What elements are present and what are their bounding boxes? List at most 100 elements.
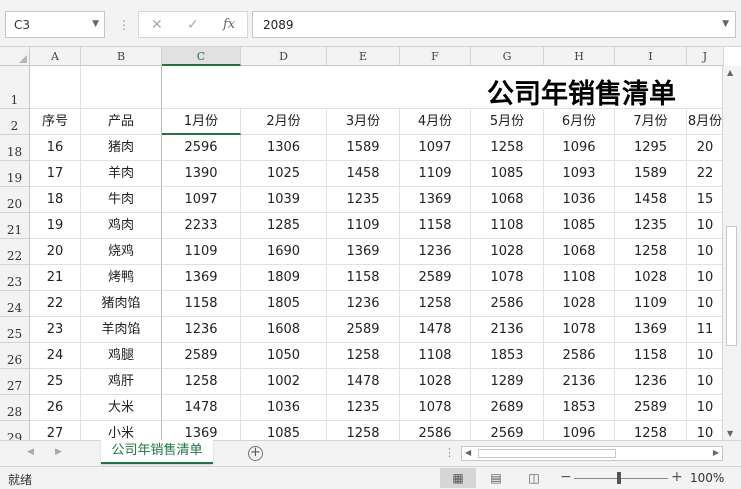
cell[interactable] <box>81 66 162 109</box>
vertical-scrollbar[interactable]: ▲ ▼ <box>722 66 741 440</box>
table-cell[interactable]: 2596 <box>162 135 241 161</box>
table-cell[interactable]: 10 <box>687 395 724 421</box>
table-cell[interactable]: 1589 <box>615 161 687 187</box>
column-header[interactable]: I <box>615 47 687 66</box>
table-cell[interactable]: 20 <box>687 135 724 161</box>
column-header[interactable]: D <box>241 47 327 66</box>
table-cell[interactable]: 1478 <box>400 317 471 343</box>
table-cell[interactable]: 1809 <box>241 265 327 291</box>
table-cell[interactable]: 1158 <box>327 265 400 291</box>
table-cell[interactable]: 1235 <box>327 395 400 421</box>
table-cell[interactable]: 1109 <box>400 161 471 187</box>
table-cell[interactable]: 1158 <box>400 213 471 239</box>
expand-formula-icon[interactable]: ▼ <box>722 19 729 29</box>
zoom-level[interactable]: 100% <box>690 471 724 485</box>
table-cell[interactable]: 1108 <box>400 343 471 369</box>
table-cell[interactable]: 1085 <box>241 421 327 440</box>
table-cell[interactable]: 1235 <box>327 187 400 213</box>
table-cell[interactable]: 25 <box>30 369 81 395</box>
table-cell[interactable]: 1478 <box>162 395 241 421</box>
table-cell[interactable]: 1690 <box>241 239 327 265</box>
table-cell[interactable]: 1097 <box>400 135 471 161</box>
table-cell[interactable]: 1109 <box>162 239 241 265</box>
chevron-down-icon[interactable]: ▼ <box>92 19 99 29</box>
table-cell[interactable]: 1039 <box>241 187 327 213</box>
row-header[interactable]: 28 <box>0 395 30 421</box>
table-cell[interactable]: 1369 <box>327 239 400 265</box>
row-header[interactable]: 2 <box>0 109 30 135</box>
column-header[interactable]: B <box>81 47 162 66</box>
row-header[interactable]: 21 <box>0 213 30 239</box>
table-cell[interactable]: 2586 <box>471 291 544 317</box>
table-cell[interactable]: 1096 <box>544 135 615 161</box>
table-cell[interactable]: 1258 <box>327 343 400 369</box>
table-cell[interactable]: 22 <box>687 161 724 187</box>
row-header[interactable]: 24 <box>0 291 30 317</box>
table-cell[interactable]: 27 <box>30 421 81 440</box>
vertical-scroll-thumb[interactable] <box>726 226 737 346</box>
table-cell[interactable]: 1478 <box>327 369 400 395</box>
table-cell[interactable]: 2589 <box>615 395 687 421</box>
table-cell[interactable]: 2589 <box>400 265 471 291</box>
column-label-cell[interactable]: 1月份 <box>162 109 241 135</box>
row-header[interactable]: 22 <box>0 239 30 265</box>
table-cell[interactable]: 20 <box>30 239 81 265</box>
row-header[interactable]: 23 <box>0 265 30 291</box>
table-cell[interactable]: 1853 <box>544 395 615 421</box>
table-cell[interactable]: 2586 <box>400 421 471 440</box>
table-cell[interactable]: 1085 <box>471 161 544 187</box>
scroll-right-icon[interactable]: ▶ <box>713 448 719 457</box>
table-cell[interactable]: 10 <box>687 421 724 440</box>
table-cell[interactable]: 1289 <box>471 369 544 395</box>
column-label-cell[interactable]: 序号 <box>30 109 81 135</box>
row-header[interactable]: 25 <box>0 317 30 343</box>
cancel-icon[interactable]: ✕ <box>151 17 163 33</box>
table-cell[interactable]: 烧鸡 <box>81 239 162 265</box>
table-cell[interactable]: 1109 <box>615 291 687 317</box>
column-label-cell[interactable]: 2月份 <box>241 109 327 135</box>
table-cell[interactable]: 鸡腿 <box>81 343 162 369</box>
add-sheet-icon[interactable]: + <box>248 446 263 461</box>
table-cell[interactable]: 1235 <box>615 213 687 239</box>
row-header[interactable]: 29 <box>0 421 30 440</box>
column-label-cell[interactable]: 6月份 <box>544 109 615 135</box>
row-header[interactable]: 20 <box>0 187 30 213</box>
table-cell[interactable]: 1805 <box>241 291 327 317</box>
zoom-slider-thumb[interactable] <box>617 472 621 484</box>
page-layout-view-icon[interactable]: ▤ <box>478 468 514 488</box>
table-cell[interactable]: 2136 <box>471 317 544 343</box>
column-label-cell[interactable]: 3月份 <box>327 109 400 135</box>
table-cell[interactable]: 1158 <box>162 291 241 317</box>
scroll-down-icon[interactable]: ▼ <box>727 429 733 438</box>
table-cell[interactable]: 1258 <box>162 369 241 395</box>
scroll-up-icon[interactable]: ▲ <box>727 68 733 77</box>
table-cell[interactable]: 1158 <box>615 343 687 369</box>
table-cell[interactable]: 2569 <box>471 421 544 440</box>
select-all-corner[interactable] <box>0 47 30 66</box>
row-header[interactable]: 1 <box>0 66 30 109</box>
insert-function-icon[interactable]: fx <box>223 17 235 32</box>
table-cell[interactable]: 16 <box>30 135 81 161</box>
name-box[interactable]: C3 ▼ <box>5 11 105 38</box>
table-cell[interactable]: 1097 <box>162 187 241 213</box>
table-cell[interactable]: 22 <box>30 291 81 317</box>
table-cell[interactable]: 小米 <box>81 421 162 440</box>
table-cell[interactable]: 1236 <box>162 317 241 343</box>
cell[interactable] <box>30 66 81 109</box>
horizontal-scrollbar[interactable]: ◀ ▶ <box>461 446 723 461</box>
table-cell[interactable]: 1258 <box>400 291 471 317</box>
table-cell[interactable]: 1096 <box>544 421 615 440</box>
table-cell[interactable]: 11 <box>687 317 724 343</box>
table-cell[interactable]: 1036 <box>544 187 615 213</box>
table-cell[interactable]: 2586 <box>544 343 615 369</box>
worksheet-grid[interactable]: A B C D E F G H I J 1 公司年销售清单 2 序号 产品 1月份 2月份 3月份 4月份 5月份 6月… <box>0 47 741 440</box>
table-cell[interactable]: 羊肉馅 <box>81 317 162 343</box>
table-cell[interactable]: 1369 <box>162 265 241 291</box>
table-cell[interactable]: 1108 <box>544 265 615 291</box>
table-cell[interactable]: 1285 <box>241 213 327 239</box>
column-header[interactable]: E <box>327 47 400 66</box>
table-cell[interactable]: 鸡肉 <box>81 213 162 239</box>
table-cell[interactable]: 1078 <box>471 265 544 291</box>
row-header[interactable]: 19 <box>0 161 30 187</box>
column-header[interactable]: A <box>30 47 81 66</box>
